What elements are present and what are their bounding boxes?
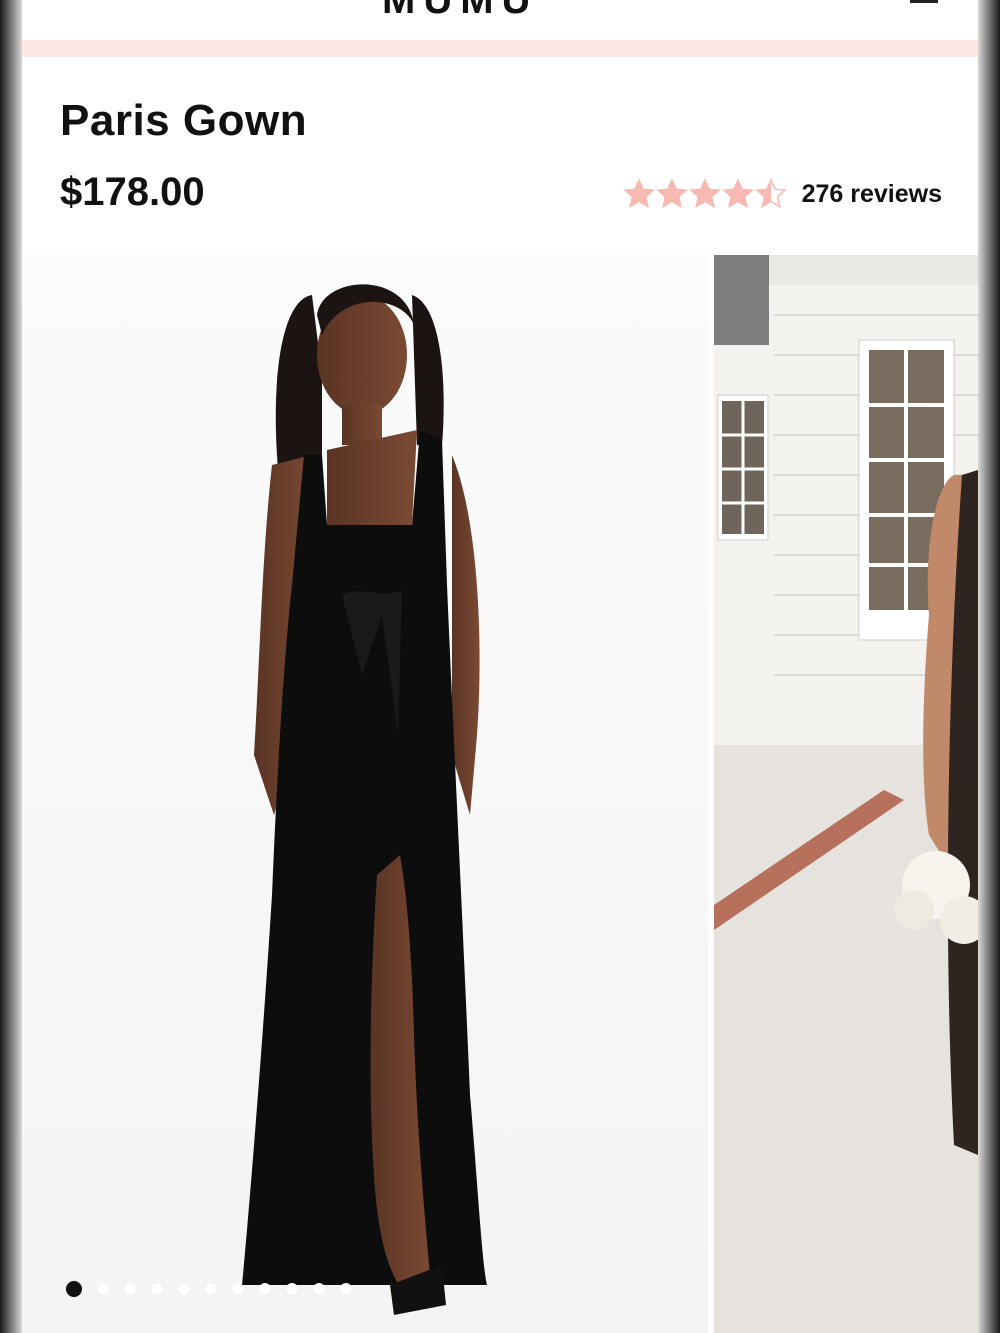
brand-logo[interactable]: MUMU (382, 0, 538, 22)
pagination-dot[interactable] (151, 1283, 163, 1295)
pagination-dot[interactable] (97, 1283, 109, 1295)
menu-icon[interactable] (910, 0, 938, 3)
pagination-dot[interactable] (313, 1283, 325, 1295)
pagination-dot[interactable] (340, 1283, 352, 1295)
screen: MUMU Paris Gown $178.00 276 reviews (22, 0, 978, 1333)
pagination-dot[interactable] (205, 1283, 217, 1295)
pagination-dot[interactable] (124, 1283, 136, 1295)
rating-stars (622, 178, 788, 210)
product-price: $178.00 (60, 170, 205, 214)
device-bezel-left (0, 0, 22, 1333)
pagination-dot-active[interactable] (66, 1281, 82, 1297)
gallery-image-next[interactable] (714, 255, 978, 1333)
star-icon (721, 178, 754, 209)
lifestyle-photo (714, 255, 978, 1333)
star-icon (688, 178, 721, 209)
reviews-link[interactable]: 276 reviews (802, 180, 942, 209)
pagination-dot[interactable] (259, 1283, 271, 1295)
model-photo (242, 284, 487, 1315)
device-bezel-right (978, 0, 1000, 1333)
product-title: Paris Gown (60, 96, 308, 145)
site-header: MUMU (22, 0, 978, 40)
pagination-dot[interactable] (286, 1283, 298, 1295)
star-icon (622, 178, 655, 209)
gallery-image-main[interactable] (22, 255, 708, 1333)
pagination-dot[interactable] (178, 1283, 190, 1295)
pagination-dot[interactable] (232, 1283, 244, 1295)
gallery-pagination[interactable] (66, 1281, 367, 1297)
rating-summary[interactable]: 276 reviews (622, 174, 942, 214)
product-gallery[interactable] (22, 255, 978, 1333)
promo-bar (22, 40, 978, 57)
star-icon (655, 178, 688, 209)
star-half-icon (754, 178, 787, 209)
